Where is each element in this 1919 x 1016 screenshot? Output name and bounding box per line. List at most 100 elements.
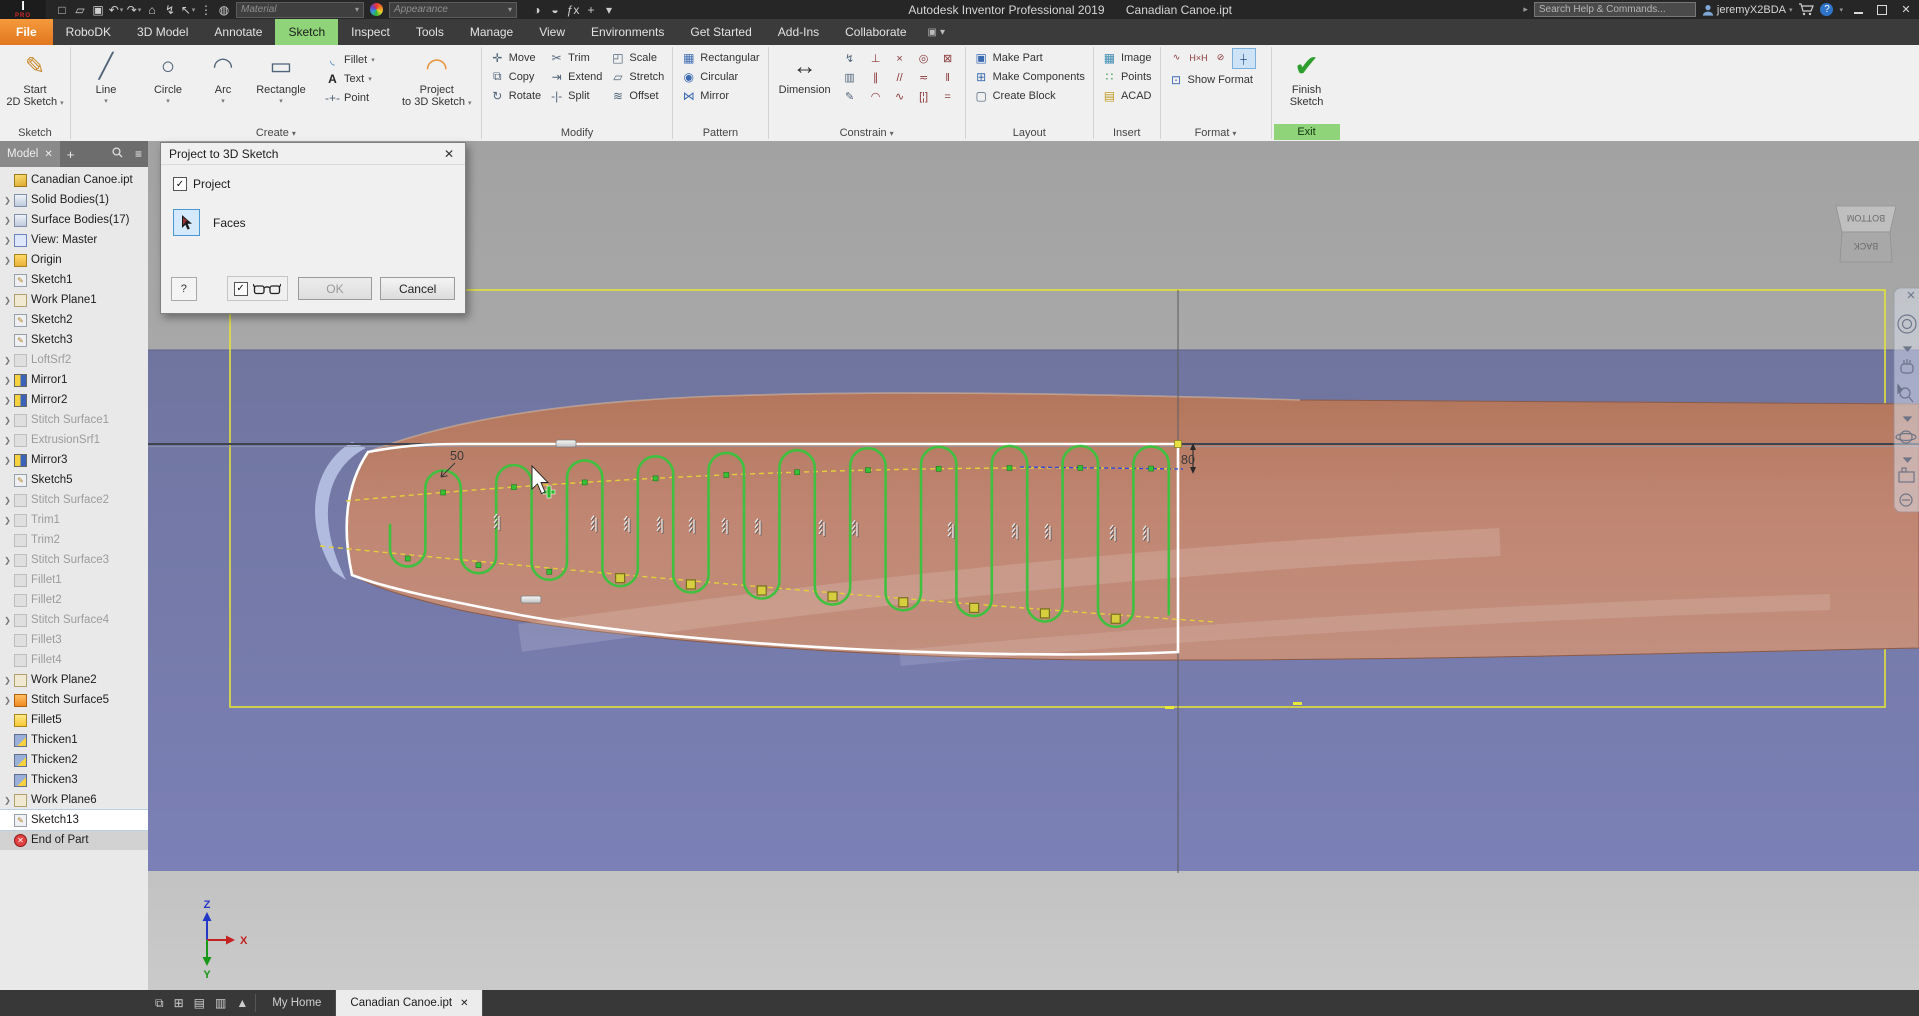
tab-overflow[interactable]: ▣ ▾	[920, 19, 953, 45]
select-icon[interactable]: ↖▾	[180, 2, 196, 18]
qat-caret-icon[interactable]: ▾	[601, 2, 617, 18]
expand-arrow-icon[interactable]: ❯	[2, 396, 13, 405]
spline-point[interactable]	[686, 580, 695, 589]
expand-arrow-icon[interactable]: ❯	[2, 796, 13, 805]
panel-label-exit[interactable]: Exit	[1274, 124, 1340, 140]
construction-line-button[interactable]: ∿	[1166, 48, 1188, 67]
fillet-button[interactable]: ◟ Fillet▾	[322, 50, 378, 69]
tab-add-ins[interactable]: Add-Ins	[765, 19, 832, 45]
split-button[interactable]: -|-Split	[546, 86, 605, 105]
parallel-button[interactable]: ∥	[864, 68, 888, 87]
center-point-button[interactable]: ┼	[1232, 48, 1256, 69]
tab-file[interactable]: File	[0, 19, 53, 45]
expand-arrow-icon[interactable]: ❯	[2, 456, 13, 465]
tree-item-mirror2[interactable]: ❯Mirror2	[0, 390, 148, 410]
finish-sketch-button[interactable]: ✔ Finish Sketch	[1277, 48, 1337, 108]
expand-arrow-icon[interactable]: ❯	[2, 216, 13, 225]
grip-handle[interactable]	[556, 440, 576, 447]
minimize-button[interactable]	[1849, 3, 1867, 17]
redo-icon[interactable]: ↷▾	[126, 2, 142, 18]
tab-annotate[interactable]: Annotate	[201, 19, 275, 45]
tree-item-thicken3[interactable]: Thicken3	[0, 770, 148, 790]
cascade-windows-icon[interactable]: ⧉	[150, 990, 169, 1016]
driven-dimension-button[interactable]: H×H	[1188, 48, 1210, 67]
tab-3d-model[interactable]: 3D Model	[124, 19, 201, 45]
document-tab-my-home[interactable]: My Home	[258, 990, 336, 1016]
sketch-point[interactable]	[582, 480, 587, 485]
new-file-icon[interactable]: □	[54, 2, 70, 18]
parameters-fx-icon[interactable]: ƒx	[565, 2, 581, 18]
extend-button[interactable]: ⇥Extend	[546, 67, 605, 86]
spline-point[interactable]	[828, 592, 837, 601]
switch-window-icon[interactable]: ▲	[231, 990, 253, 1016]
panel-label-format[interactable]: Format	[1161, 125, 1271, 141]
browser-tab-model[interactable]: Model ✕	[0, 141, 60, 167]
make-components-button[interactable]: ⊞Make Components	[971, 67, 1088, 86]
appearance-combo[interactable]: Appearance ▾	[389, 2, 517, 18]
sketch-doctor-button[interactable]: ✎	[838, 87, 862, 106]
image-button[interactable]: ▦Image	[1099, 48, 1155, 67]
expand-arrow-icon[interactable]: ❯	[2, 416, 13, 425]
tab-inspect[interactable]: Inspect	[338, 19, 403, 45]
expand-arrow-icon[interactable]: ❯	[2, 196, 13, 205]
start-2d-sketch-button[interactable]: ✎ Start 2D Sketch ▾	[5, 48, 65, 110]
vertical-button[interactable]: ‖	[936, 68, 960, 87]
tree-item-sketch1[interactable]: ✎Sketch1	[0, 270, 148, 290]
dimension-display-button[interactable]: ▥	[838, 68, 862, 87]
tree-item-end-of-part[interactable]: ✕End of Part	[0, 830, 148, 850]
points-button[interactable]: ∷Points	[1099, 67, 1155, 86]
panel-label-insert[interactable]: Insert	[1094, 125, 1160, 141]
circular-pattern-button[interactable]: ◉Circular	[678, 67, 762, 86]
tree-item-mirror3[interactable]: ❯Mirror3	[0, 450, 148, 470]
rotate-button[interactable]: ↻Rotate	[487, 86, 544, 105]
project-to-3d-sketch-dialog[interactable]: Project to 3D Sketch ✕ ✓ Project Faces ?…	[160, 142, 466, 314]
tree-item-canadian-canoe-ipt[interactable]: Canadian Canoe.ipt	[0, 170, 148, 190]
tree-item-origin[interactable]: ❯Origin	[0, 250, 148, 270]
tab-manage[interactable]: Manage	[457, 19, 526, 45]
expand-arrow-icon[interactable]: ❯	[2, 296, 13, 305]
spline-point[interactable]	[616, 574, 625, 583]
restore-button[interactable]	[1873, 3, 1891, 17]
adjust-material-icon[interactable]: ◑	[529, 2, 545, 18]
close-icon[interactable]: ✕	[44, 149, 52, 160]
coincident-button[interactable]: ×	[888, 49, 912, 68]
user-menu[interactable]: jeremyX2BDA ▾	[1702, 4, 1793, 16]
text-button[interactable]: A Text▾	[322, 69, 378, 88]
centerline-button[interactable]: ⊘	[1210, 48, 1232, 67]
sketch-point[interactable]	[476, 563, 481, 568]
create-block-button[interactable]: ▢Create Block	[971, 86, 1088, 105]
scale-button[interactable]: ◰Scale	[607, 48, 667, 67]
tree-item-stitch-surface3[interactable]: ❯Stitch Surface3	[0, 550, 148, 570]
expand-arrow-icon[interactable]: ▸	[1523, 4, 1528, 15]
tree-item-solid-bodies-1[interactable]: ❯Solid Bodies(1)	[0, 190, 148, 210]
tree-item-sketch5[interactable]: ✎Sketch5	[0, 470, 148, 490]
project-checkbox[interactable]: ✓	[173, 177, 187, 191]
point-button[interactable]: -+- Point	[322, 88, 378, 107]
sketch-point[interactable]	[1078, 465, 1083, 470]
tree-item-sketch2[interactable]: ✎Sketch2	[0, 310, 148, 330]
tab-tools[interactable]: Tools	[403, 19, 457, 45]
arrange-horizontal-icon[interactable]: ▤	[189, 990, 210, 1016]
tangent-button[interactable]: ◠	[864, 87, 888, 106]
cart-icon[interactable]	[1798, 3, 1814, 16]
rectangular-pattern-button[interactable]: ▦Rectangular	[678, 48, 762, 67]
circle-button[interactable]: ○ Circle▾	[138, 48, 198, 108]
arrange-vertical-icon[interactable]: ▥	[210, 990, 231, 1016]
tab-view[interactable]: View	[526, 19, 578, 45]
horizontal-button[interactable]: ≂	[912, 68, 936, 87]
expand-arrow-icon[interactable]: ❯	[2, 616, 13, 625]
cancel-button[interactable]: Cancel	[380, 277, 455, 300]
panel-label-pattern[interactable]: Pattern	[673, 125, 767, 141]
sketch-point[interactable]	[724, 472, 729, 477]
expand-arrow-icon[interactable]: ❯	[2, 696, 13, 705]
move-button[interactable]: ✛Move	[487, 48, 544, 67]
mirror-button[interactable]: ⋈Mirror	[678, 86, 762, 105]
search-input[interactable]	[1534, 2, 1696, 17]
spline-point[interactable]	[757, 586, 766, 595]
material-combo[interactable]: Material ▾	[236, 2, 364, 18]
sketch-point[interactable]	[405, 556, 410, 561]
panel-label-constrain[interactable]: Constrain	[769, 125, 965, 141]
globe-icon[interactable]: ◍	[216, 2, 232, 18]
offset-button[interactable]: ≋Offset	[607, 86, 667, 105]
close-button[interactable]: ✕	[1897, 3, 1915, 17]
